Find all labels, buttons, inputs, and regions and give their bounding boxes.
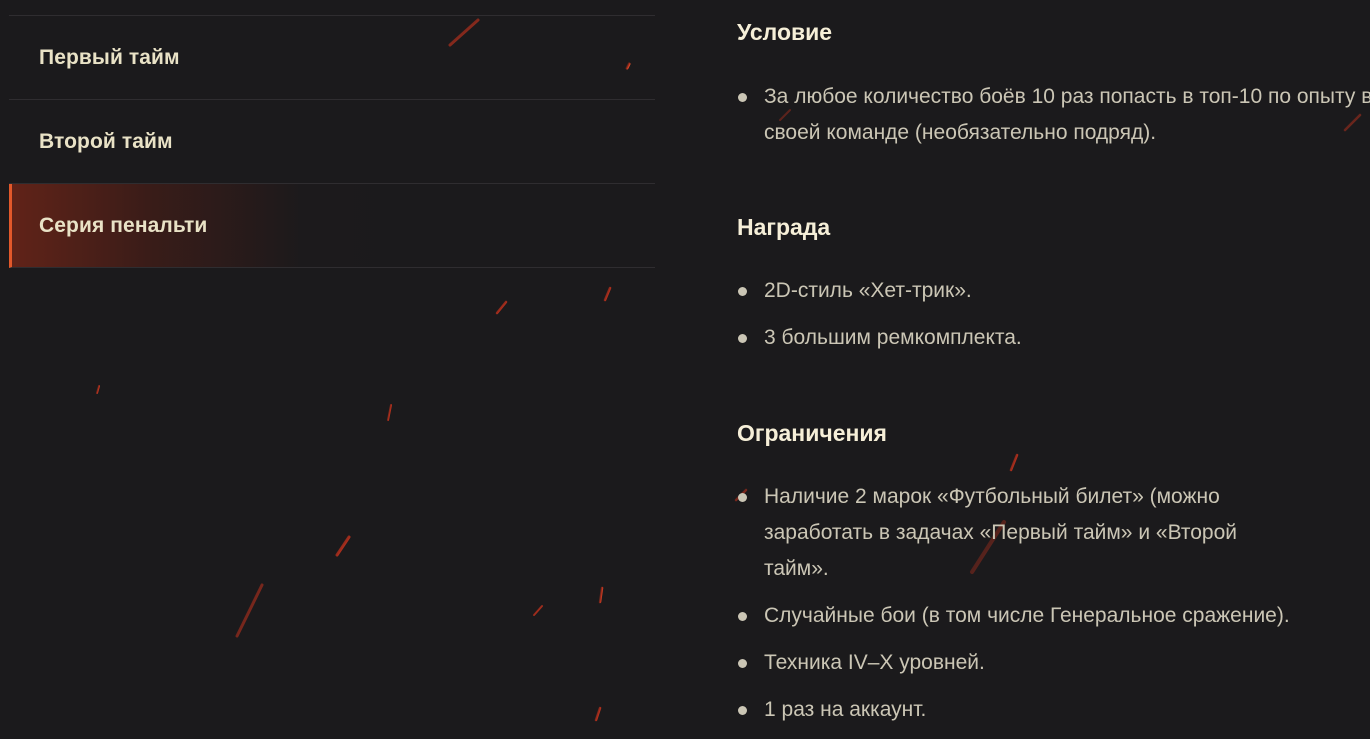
list-item-text: Наличие 2 марок «Футбольный билет» (можн… xyxy=(764,485,1238,580)
restrictions-list: Наличие 2 марок «Футбольный билет» (можн… xyxy=(737,479,1297,739)
bullet-icon xyxy=(738,706,747,715)
bullet-icon xyxy=(738,93,747,102)
tab-second-half[interactable]: Второй тайм xyxy=(9,100,655,184)
list-item-text: 3 большим ремкомплекта. xyxy=(764,326,1022,349)
list-item: 1 раз на аккаунт. xyxy=(737,692,1297,728)
list-item: Случайные бои (в том числе Генеральное с… xyxy=(737,598,1297,634)
ember xyxy=(598,586,604,604)
ember xyxy=(594,706,602,722)
list-item-text: Случайные бои (в том числе Генеральное с… xyxy=(764,604,1290,627)
tab-label: Второй тайм xyxy=(39,129,173,153)
bullet-icon xyxy=(738,287,747,296)
bullet-icon xyxy=(738,612,747,621)
tab-first-half[interactable]: Первый тайм xyxy=(9,16,655,100)
list-item: Техника IV–X уровней. xyxy=(737,645,1297,681)
bullet-icon xyxy=(738,334,747,343)
list-item: 3 большим ремкомплекта. xyxy=(737,320,1370,356)
ember xyxy=(96,385,100,394)
ember xyxy=(335,535,351,557)
reward-heading: Награда xyxy=(737,214,831,240)
list-item: 2D-стиль «Хет-трик». xyxy=(737,273,1370,309)
bullet-icon xyxy=(738,659,747,668)
tab-label: Первый тайм xyxy=(39,45,180,69)
ember xyxy=(1009,453,1019,472)
list-item: Наличие 2 марок «Футбольный билет» (можн… xyxy=(737,479,1297,587)
list-item: За любое количество боёв 10 раз попасть … xyxy=(737,79,1370,151)
list-item-text: 1 раз на аккаунт. xyxy=(764,698,927,721)
bullet-icon xyxy=(738,493,747,502)
ember xyxy=(533,605,543,616)
list-item-text: Техника IV–X уровней. xyxy=(764,651,985,674)
tab-label: Серия пенальти xyxy=(39,213,208,237)
ember xyxy=(603,286,612,302)
restrictions-heading: Ограничения xyxy=(737,420,887,446)
list-item-text: За любое количество боёв 10 раз попасть … xyxy=(764,85,1370,144)
tab-penalty-series[interactable]: Серия пенальти xyxy=(9,184,655,268)
condition-heading: Условие xyxy=(737,19,833,45)
reward-list: 2D-стиль «Хет-трик». 3 большим ремкомпле… xyxy=(737,273,1370,367)
ember xyxy=(495,300,508,315)
condition-list: За любое количество боёв 10 раз попасть … xyxy=(737,79,1370,162)
list-item-text: 2D-стиль «Хет-трик». xyxy=(764,279,972,302)
mission-tabs: Первый тайм Второй тайм Серия пенальти xyxy=(9,15,655,268)
ember xyxy=(387,404,392,421)
ember xyxy=(235,583,264,638)
